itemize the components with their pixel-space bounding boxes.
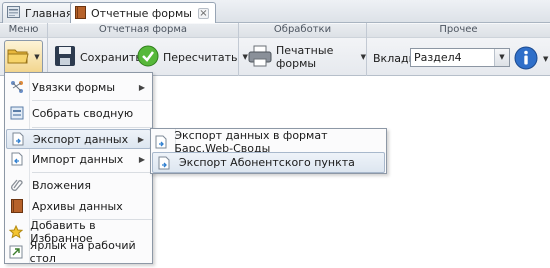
paperclip-icon bbox=[6, 178, 28, 192]
chevron-down-icon: ▼ bbox=[34, 53, 40, 61]
menu-separator bbox=[32, 127, 152, 128]
save-button-label: Сохранить bbox=[80, 50, 142, 64]
menu-item-collect-summary[interactable]: Собрать сводную bbox=[6, 103, 151, 123]
tab-strip: Главная Отчетные формы × bbox=[0, 0, 550, 24]
tab-report-forms[interactable]: Отчетные формы × bbox=[70, 2, 216, 24]
tab-report-forms-label: Отчетные формы bbox=[91, 7, 192, 20]
links-icon bbox=[6, 80, 28, 94]
export-icon bbox=[7, 132, 29, 146]
menu-separator bbox=[32, 172, 152, 173]
menu-separator bbox=[32, 100, 152, 101]
ribbon-group-menu-title: Меню bbox=[0, 24, 47, 38]
close-icon[interactable]: × bbox=[197, 8, 209, 19]
chevron-right-icon: ▶ bbox=[138, 154, 145, 164]
chevron-right-icon: ▶ bbox=[137, 134, 144, 144]
print-forms-button-label: Печатные формы bbox=[276, 44, 334, 70]
submenu-item-export-subscriber[interactable]: Экспорт Абонентского пункта bbox=[152, 152, 385, 173]
chevron-down-icon: ▼ bbox=[543, 55, 549, 63]
star-icon bbox=[6, 225, 26, 239]
menu-item-label: Собрать сводную bbox=[32, 106, 134, 120]
document-export-icon bbox=[152, 135, 170, 149]
folder-icon bbox=[7, 47, 29, 68]
chevron-down-icon: ▼ bbox=[360, 53, 366, 61]
save-icon bbox=[54, 45, 76, 70]
ribbon-group-menu: Меню ▼ bbox=[0, 23, 48, 76]
printer-icon bbox=[248, 45, 272, 70]
book-icon bbox=[75, 5, 86, 22]
info-icon bbox=[514, 46, 538, 73]
info-button[interactable]: ▼ bbox=[514, 43, 548, 75]
export-submenu: Экспорт данных в формат Барс.Web-Своды Э… bbox=[150, 128, 387, 174]
menu-item-import-data[interactable]: Импорт данных ▶ bbox=[6, 149, 151, 169]
import-icon bbox=[6, 152, 28, 166]
chevron-down-icon[interactable]: ▼ bbox=[494, 49, 509, 66]
document-export-icon bbox=[153, 156, 175, 170]
tab-select-value: Раздел4 bbox=[414, 51, 462, 64]
tab-home[interactable]: Главная bbox=[2, 2, 80, 23]
tab-home-label: Главная bbox=[25, 6, 73, 20]
menu-item-export-data[interactable]: Экспорт данных ▶ bbox=[6, 129, 151, 149]
submenu-item-label: Экспорт Абонентского пункта bbox=[179, 156, 355, 169]
shortcut-icon bbox=[6, 245, 26, 259]
save-button[interactable]: Сохранить bbox=[54, 41, 142, 73]
menu-item-desktop-shortcut[interactable]: Ярлык на рабочий стол bbox=[6, 239, 151, 265]
menu-item-label: Увязки формы bbox=[32, 80, 116, 94]
menu-item-form-links[interactable]: Увязки формы ▶ bbox=[6, 77, 151, 97]
ribbon-group-processing: Обработки Печатные формы ▼ bbox=[239, 23, 367, 76]
checkmark-icon bbox=[137, 45, 159, 70]
submenu-item-export-bars[interactable]: Экспорт данных в формат Барс.Web-Своды bbox=[152, 128, 385, 155]
main-menu-dropdown: Увязки формы ▶ Собрать сводную Экспорт д… bbox=[4, 72, 153, 265]
menu-item-label: Ярлык на рабочий стол bbox=[29, 239, 136, 265]
ribbon-toolbar: Меню ▼ Отчетная форма Сохранить Пересчит… bbox=[0, 23, 550, 76]
tab-select[interactable]: Раздел4 ▼ bbox=[410, 48, 510, 67]
menu-item-label: Вложения bbox=[32, 178, 91, 192]
ribbon-group-report-form-title: Отчетная форма bbox=[48, 24, 238, 38]
ribbon-group-other-title: Прочее bbox=[367, 24, 550, 38]
recalc-button[interactable]: Пересчитать ▼ bbox=[137, 41, 248, 73]
menu-item-label: Архивы данных bbox=[32, 199, 123, 213]
submenu-item-label: Экспорт данных в формат Барс.Web-Своды bbox=[174, 128, 328, 155]
menu-item-attachments[interactable]: Вложения bbox=[6, 175, 151, 195]
archive-icon bbox=[6, 199, 28, 213]
menu-item-label: Импорт данных bbox=[32, 152, 124, 166]
main-menu-button[interactable]: ▼ bbox=[4, 40, 43, 74]
ribbon-group-processing-title: Обработки bbox=[239, 24, 366, 38]
menu-item-data-archives[interactable]: Архивы данных bbox=[6, 196, 151, 216]
recalc-button-label: Пересчитать bbox=[163, 50, 238, 64]
chevron-right-icon: ▶ bbox=[138, 82, 145, 92]
home-icon bbox=[7, 5, 20, 21]
ribbon-group-report-form: Отчетная форма Сохранить Пересчитать ▼ bbox=[48, 23, 248, 76]
menu-item-label: Экспорт данных bbox=[33, 132, 129, 146]
print-forms-button[interactable]: Печатные формы ▼ bbox=[248, 41, 366, 73]
collect-icon bbox=[6, 106, 28, 120]
